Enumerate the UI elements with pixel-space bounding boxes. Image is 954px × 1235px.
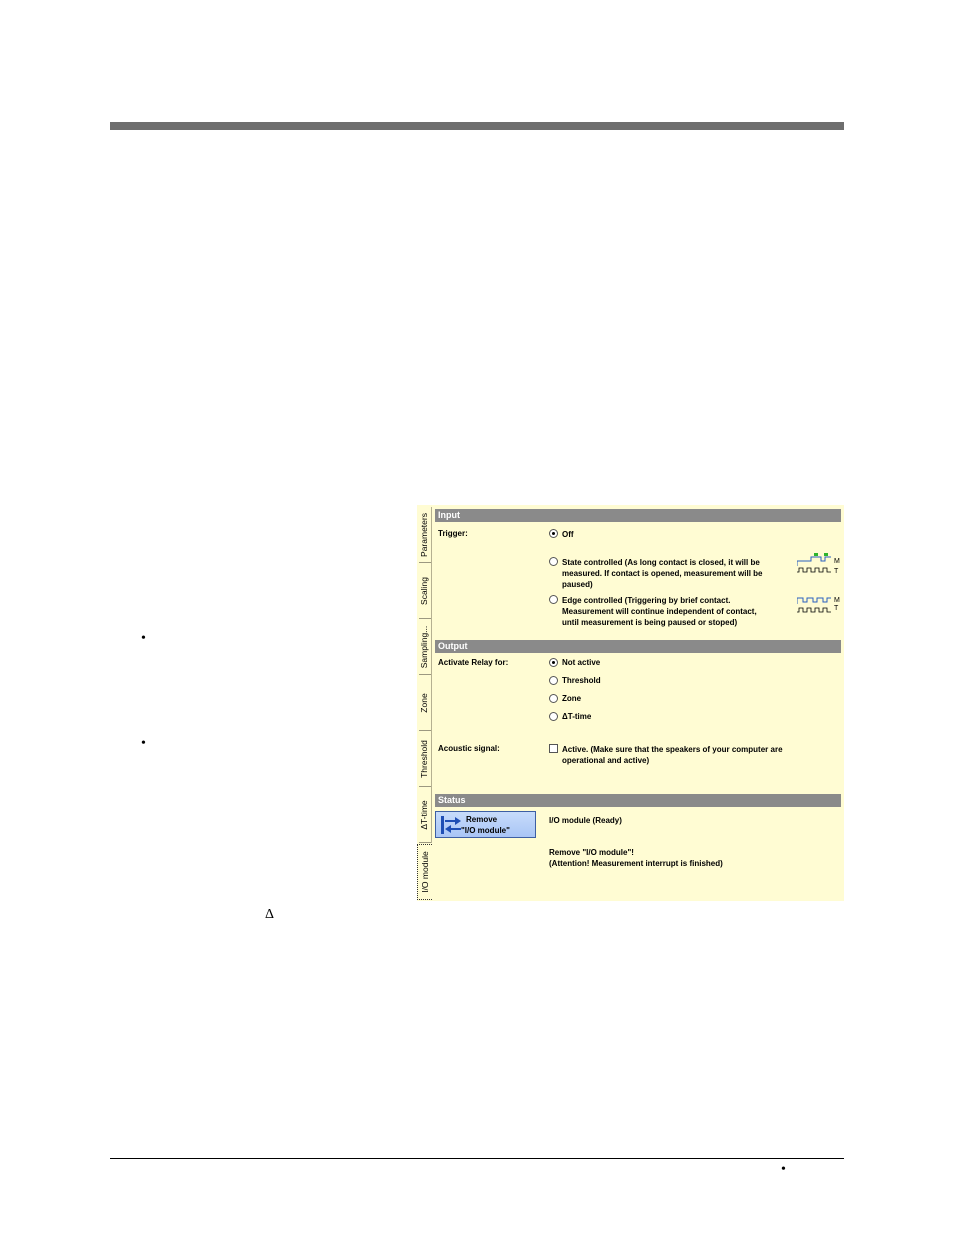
io-module-settings-panel: Parameters Scaling Sampling... Zone Thre… [417, 505, 844, 901]
tab-scaling[interactable]: Scaling [417, 563, 432, 619]
wave-label-t: T [834, 568, 839, 575]
trigger-state-line3: paused) [562, 580, 593, 589]
state-trigger-waveform-icon [797, 553, 831, 573]
radio-relay-zone[interactable] [549, 694, 558, 703]
radio-trigger-state[interactable] [549, 557, 558, 566]
bullet-mark: • [141, 631, 146, 646]
vertical-tab-strip: Parameters Scaling Sampling... Zone Thre… [417, 505, 434, 901]
tab-sampling[interactable]: Sampling... [417, 619, 432, 675]
trigger-edge-line1: Edge controlled (Triggering by brief con… [562, 596, 731, 605]
tab-zone[interactable]: Zone [417, 675, 432, 731]
footer-bullet-mark: • [781, 1162, 786, 1177]
radio-relay-threshold[interactable] [549, 676, 558, 685]
activate-relay-label: Activate Relay for: [438, 658, 509, 667]
acoustic-line1: Active. (Make sure that the speakers of … [562, 745, 783, 754]
remove-io-module-button[interactable]: Remove "I/O module" [435, 811, 536, 838]
radio-relay-not-active[interactable] [549, 658, 558, 667]
radio-trigger-off[interactable] [549, 529, 558, 538]
trigger-label: Trigger: [438, 529, 468, 538]
relay-threshold-label: Threshold [562, 676, 601, 685]
section-header-status: Status [435, 794, 841, 807]
acoustic-signal-label: Acoustic signal: [438, 744, 500, 753]
trigger-edge-line2: Measurement will continue independent of… [562, 607, 757, 616]
delta-symbol: Δ [265, 907, 275, 922]
bullet-mark: • [141, 736, 146, 751]
trigger-edge-line3: until measurement is being paused or sto… [562, 618, 738, 627]
radio-relay-dt-time[interactable] [549, 712, 558, 721]
acoustic-line2: operational and active) [562, 756, 650, 765]
relay-dt-time-label: ΔT-time [562, 712, 592, 721]
section-header-input: Input [435, 509, 841, 522]
acoustic-signal-checkbox[interactable] [549, 744, 558, 753]
tab-parameters[interactable]: Parameters [417, 507, 432, 563]
trigger-state-line1: State controlled (As long contact is clo… [562, 558, 760, 567]
status-message-line2: (Attention! Measurement interrupt is fin… [549, 859, 723, 868]
wave-label-m: M [834, 597, 840, 604]
section-header-output: Output [435, 640, 841, 653]
header-rule [110, 122, 844, 130]
module-state-text: I/O module (Ready) [549, 816, 622, 825]
tab-threshold[interactable]: Threshold [417, 731, 432, 787]
relay-not-active-label: Not active [562, 658, 601, 667]
radio-trigger-edge[interactable] [549, 595, 558, 604]
wave-label-t: T [834, 605, 839, 612]
panel-content: Input Trigger: Off State controlled (As … [435, 505, 841, 901]
tab-dt-time[interactable]: ΔT-time [417, 787, 432, 843]
footer-rule [110, 1158, 844, 1159]
trigger-state-line2: measured. If contact is opened, measurem… [562, 569, 763, 578]
relay-zone-label: Zone [562, 694, 582, 703]
status-message-line1: Remove "I/O module"! [549, 848, 634, 857]
trigger-off-label: Off [562, 530, 574, 539]
edge-trigger-waveform-icon [797, 597, 831, 613]
tab-io-module[interactable]: I/O module [417, 844, 432, 900]
wave-label-m: M [834, 558, 840, 565]
